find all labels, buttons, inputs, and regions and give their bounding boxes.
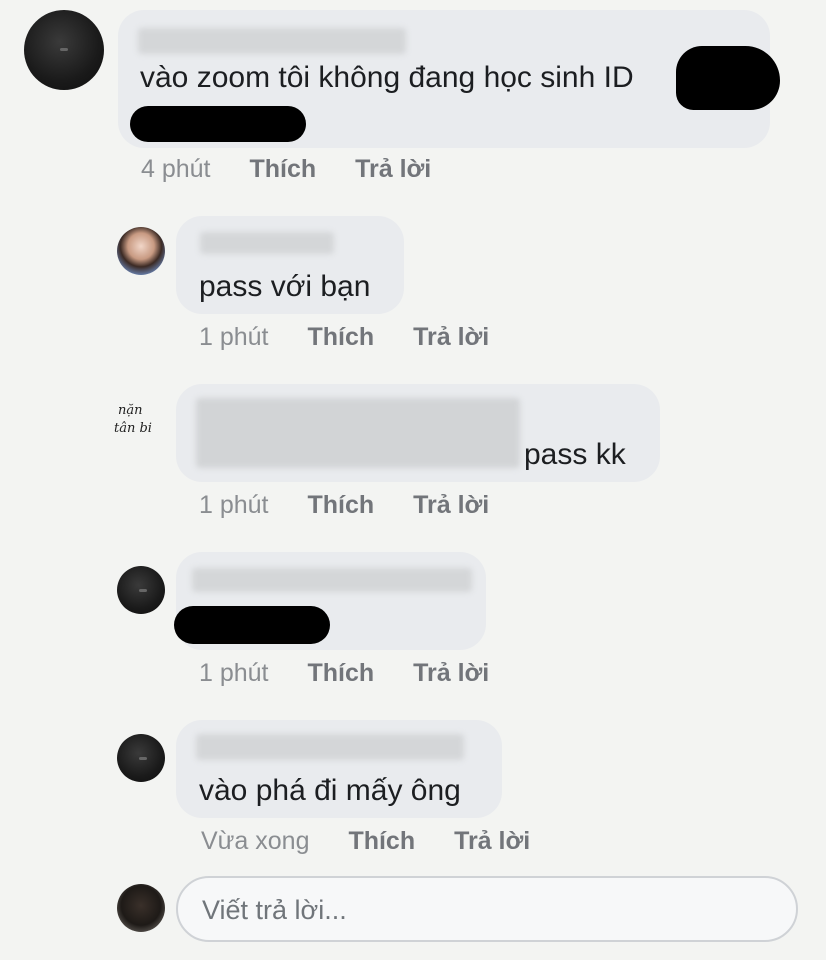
- comment-meta: 1 phút Thích Trả lời: [199, 659, 489, 688]
- redacted-text: [174, 606, 330, 644]
- reply-button[interactable]: Trả lời: [413, 491, 489, 520]
- redacted-name: [200, 232, 334, 254]
- comment-meta: 4 phút Thích Trả lời: [141, 155, 431, 184]
- comment-meta: 1 phút Thích Trả lời: [199, 491, 489, 520]
- comment-time: Vừa xong: [201, 827, 310, 855]
- reply-button[interactable]: Trả lời: [413, 323, 489, 352]
- redacted-text: [196, 398, 520, 468]
- comment-text: pass kk: [524, 438, 626, 471]
- redacted-id-cont: [130, 106, 306, 142]
- reply-button[interactable]: Trả lời: [413, 659, 489, 688]
- reply-composer[interactable]: [176, 876, 798, 942]
- comment-text: pass với bạn: [199, 270, 371, 303]
- commenter-avatar[interactable]: [24, 10, 104, 90]
- like-button[interactable]: Thích: [307, 323, 374, 352]
- comment-time: 1 phút: [199, 659, 269, 687]
- svg-text:nặn: nặn: [118, 403, 143, 418]
- redacted-name: [138, 28, 406, 54]
- handwriting-avatar[interactable]: nặn tân bi: [110, 394, 170, 446]
- like-button[interactable]: Thích: [348, 827, 415, 856]
- redacted-name: [196, 734, 464, 760]
- like-button[interactable]: Thích: [307, 659, 374, 688]
- comment-meta: Vừa xong Thích Trả lời: [201, 827, 530, 856]
- comment-time: 1 phút: [199, 491, 269, 519]
- commenter-avatar[interactable]: [117, 227, 165, 275]
- like-button[interactable]: Thích: [307, 491, 374, 520]
- comment-text: vào zoom tôi không đang học sinh ID: [140, 61, 634, 94]
- comment-time: 4 phút: [141, 155, 211, 183]
- comment-text: vào phá đi mấy ông: [199, 774, 461, 807]
- reply-input[interactable]: [200, 890, 774, 930]
- like-button[interactable]: Thích: [249, 155, 316, 184]
- commenter-avatar[interactable]: [117, 734, 165, 782]
- handwriting-logo: nặn tân bi: [114, 403, 152, 436]
- commenter-avatar[interactable]: [117, 566, 165, 614]
- current-user-avatar: [117, 884, 165, 932]
- reply-button[interactable]: Trả lời: [355, 155, 431, 184]
- redacted-id: [676, 46, 780, 110]
- svg-text:tân bi: tân bi: [114, 421, 152, 436]
- reply-button[interactable]: Trả lời: [454, 827, 530, 856]
- comment-time: 1 phút: [199, 323, 269, 351]
- redacted-name: [192, 568, 472, 592]
- comment-meta: 1 phút Thích Trả lời: [199, 323, 489, 352]
